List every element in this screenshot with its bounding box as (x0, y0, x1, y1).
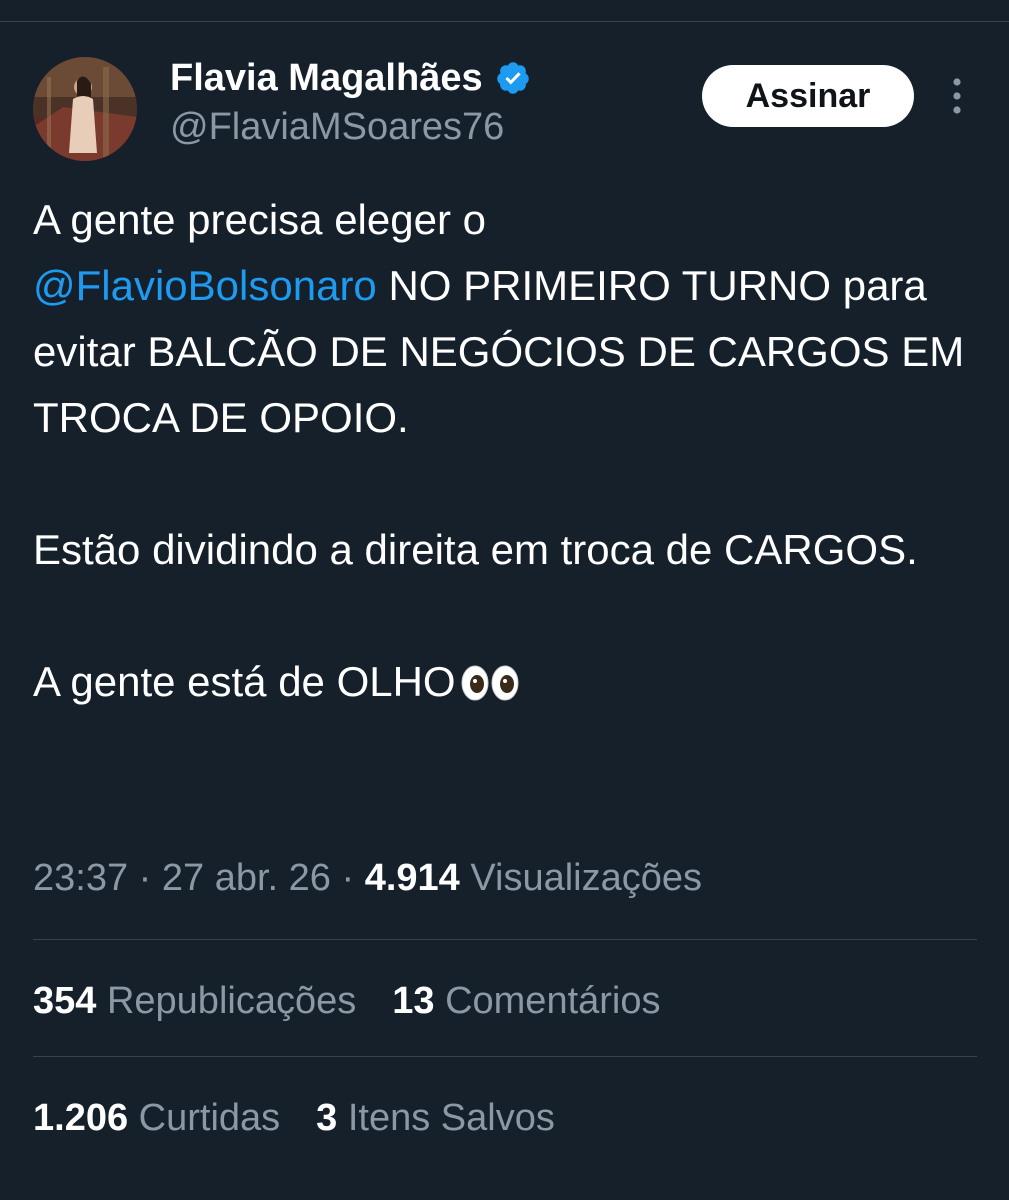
tweet-line-1: A gente precisa eleger o (33, 196, 486, 243)
avatar-photo (33, 57, 137, 161)
comments-stat[interactable]: 13 Comentários (392, 980, 660, 1023)
divider (33, 1056, 977, 1057)
eyes-emoji-icon (460, 664, 522, 702)
meta-separator: · (330, 857, 365, 899)
likes-stat[interactable]: 1.206 Curtidas (33, 1097, 280, 1140)
tweet-text: A gente precisa eleger o @FlavioBolsonar… (33, 187, 983, 715)
more-vertical-icon[interactable] (940, 74, 974, 118)
top-divider (0, 21, 1009, 22)
likes-label: Curtidas (128, 1097, 281, 1139)
divider (33, 939, 977, 940)
mention-link[interactable]: @FlavioBolsonaro (33, 262, 377, 309)
author-name-row: Flavia Magalhães (170, 56, 531, 100)
saves-count: 3 (316, 1097, 338, 1139)
tweet-paragraph-3: A gente está de OLHO (33, 658, 456, 705)
tweet-meta: 23:37 · 27 abr. 26 · 4.914 Visualizações (33, 857, 702, 900)
tweet-time[interactable]: 23:37 (33, 857, 128, 899)
stats-row-2: 1.206 Curtidas 3 Itens Salvos (33, 1097, 555, 1140)
author-handle[interactable]: @FlaviaMSoares76 (170, 106, 504, 149)
author-display-name[interactable]: Flavia Magalhães (170, 57, 483, 100)
reposts-stat[interactable]: 354 Republicações (33, 980, 356, 1023)
avatar[interactable] (33, 57, 137, 161)
comments-count: 13 (392, 980, 435, 1022)
meta-separator: · (128, 857, 162, 899)
verified-badge-icon (495, 60, 531, 96)
reposts-label: Republicações (96, 980, 357, 1022)
tweet-paragraph-2: Estão dividindo a direita em troca de CA… (33, 526, 918, 573)
likes-count: 1.206 (33, 1097, 129, 1139)
saves-stat[interactable]: 3 Itens Salvos (316, 1097, 555, 1140)
views-count: 4.914 (364, 857, 460, 899)
reposts-count: 354 (33, 980, 97, 1022)
stats-row-1: 354 Republicações 13 Comentários (33, 980, 661, 1023)
tweet-date[interactable]: 27 abr. 26 (162, 857, 331, 899)
saves-label: Itens Salvos (337, 1097, 555, 1139)
subscribe-button[interactable]: Assinar (702, 65, 914, 127)
comments-label: Comentários (434, 980, 661, 1022)
views-label: Visualizações (459, 857, 703, 899)
